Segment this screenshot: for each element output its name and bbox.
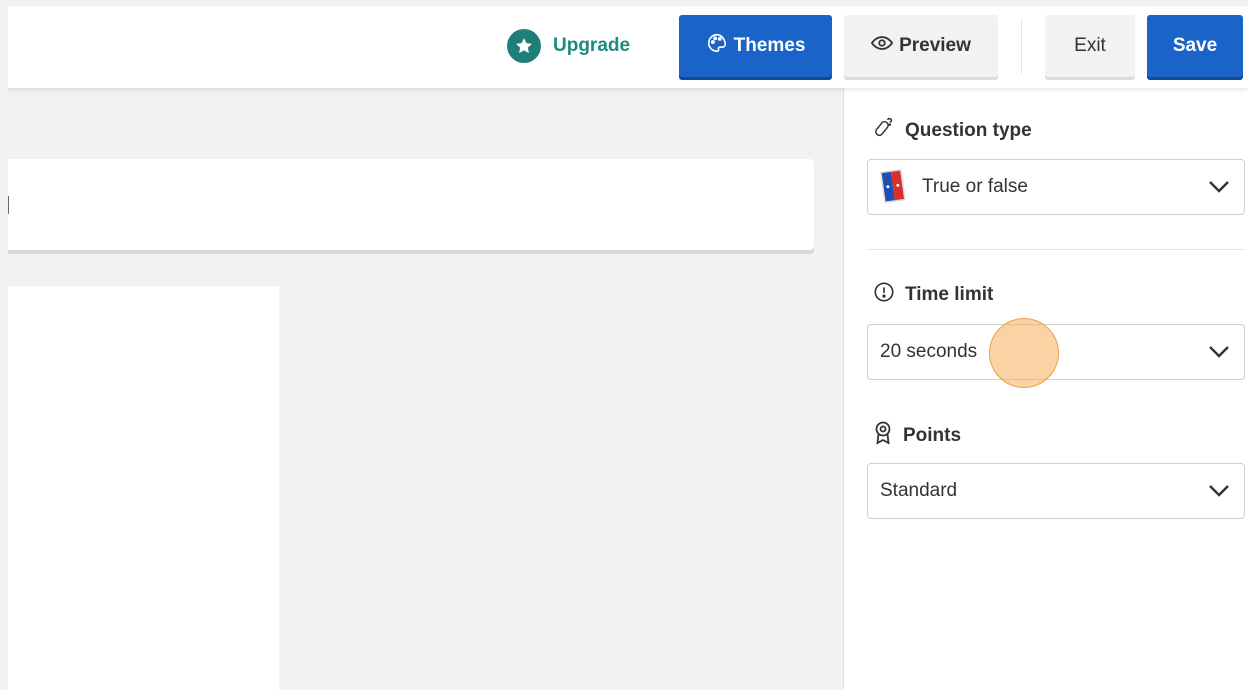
exit-button[interactable]: Exit <box>1045 15 1135 77</box>
question-type-select[interactable]: True or false <box>867 159 1245 215</box>
upgrade-button[interactable]: Upgrade <box>507 29 630 63</box>
question-type-heading: Question type <box>873 117 1032 145</box>
settings-sidebar: Question type True or false Time limit 2… <box>843 88 1248 690</box>
window-edge-top <box>0 0 1248 6</box>
question-type-icon <box>873 117 895 145</box>
exit-label: Exit <box>1074 35 1106 56</box>
text-caret <box>8 196 9 214</box>
points-value: Standard <box>880 480 958 501</box>
toolbar-divider <box>1021 18 1022 74</box>
true-false-icon <box>880 167 906 207</box>
clock-icon <box>873 281 895 309</box>
eye-icon <box>870 35 894 57</box>
time-limit-label: Time limit <box>905 284 994 305</box>
upgrade-label: Upgrade <box>553 35 631 56</box>
editor-canvas <box>8 88 843 690</box>
top-bar: Upgrade Themes Preview Exit Save <box>0 0 1248 88</box>
question-type-label: Question type <box>905 120 1032 141</box>
time-limit-heading: Time limit <box>873 281 993 309</box>
points-select[interactable]: Standard <box>867 463 1245 519</box>
medal-icon <box>873 421 893 451</box>
themes-button[interactable]: Themes <box>679 15 832 77</box>
time-limit-select[interactable]: 20 seconds <box>867 324 1245 380</box>
chevron-down-icon <box>1208 482 1230 504</box>
chevron-down-icon <box>1208 178 1230 200</box>
save-label: Save <box>1172 35 1218 56</box>
preview-button[interactable]: Preview <box>844 15 998 77</box>
themes-label: Themes <box>733 35 806 56</box>
save-button[interactable]: Save <box>1147 15 1243 77</box>
section-divider <box>867 249 1245 250</box>
chevron-down-icon <box>1208 343 1230 365</box>
question-input[interactable] <box>8 159 814 250</box>
points-heading: Points <box>873 421 961 451</box>
question-type-value: True or false <box>922 176 1028 197</box>
media-area[interactable] <box>8 286 279 690</box>
palette-icon <box>706 32 728 60</box>
preview-label: Preview <box>899 35 971 56</box>
window-edge-left <box>0 0 8 690</box>
time-limit-value: 20 seconds <box>880 341 978 362</box>
points-label: Points <box>903 425 962 446</box>
star-icon <box>507 29 541 63</box>
